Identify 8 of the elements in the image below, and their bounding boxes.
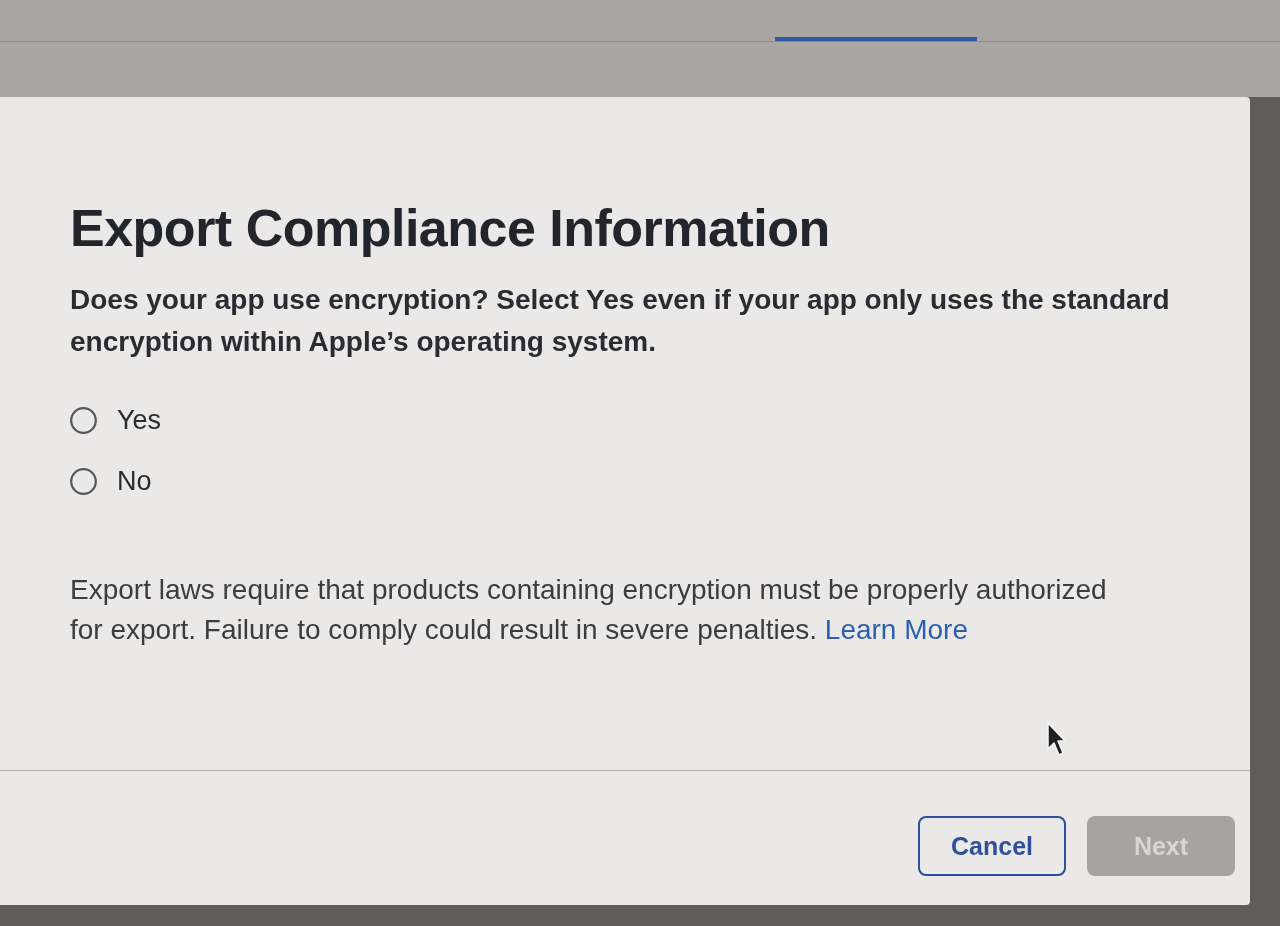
dialog-title: Export Compliance Information — [70, 199, 831, 257]
radio-option[interactable]: Yes — [70, 404, 162, 436]
cancel-button[interactable]: Cancel — [918, 816, 1066, 876]
radio-option[interactable]: No — [70, 465, 152, 497]
question-text: Does your app use encryption? Select Yes even if your app only uses the standard encryption within Apple’s operating system. — [70, 283, 1171, 359]
learn-more-link[interactable]: Learn More — [824, 614, 968, 645]
compliance-notice: Export laws require that products containing encryption must be properly authorized for export. Failure to comply could result in severe penalties. Learn More — [70, 573, 1108, 647]
cursor-icon — [1046, 722, 1066, 757]
